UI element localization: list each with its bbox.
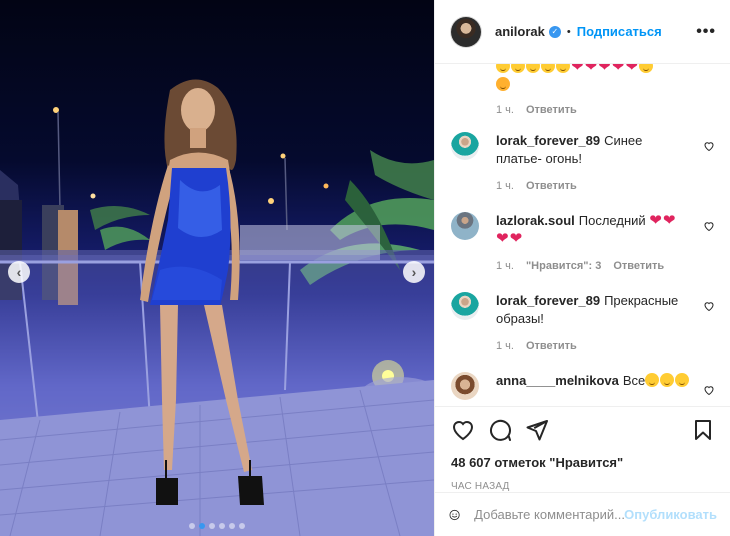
smiley-icon[interactable] bbox=[449, 503, 460, 527]
comment-item: lorak_forever_89 Прекрасные образы! 1 ч. … bbox=[451, 292, 717, 352]
red-heart-emoji-icon: ❤ bbox=[625, 64, 638, 75]
more-options-icon[interactable]: ••• bbox=[696, 23, 716, 41]
carousel-dot bbox=[219, 523, 225, 529]
commenter-username[interactable]: anna____melnikova bbox=[496, 373, 619, 388]
reply-button[interactable]: Ответить bbox=[526, 180, 577, 192]
commenter-avatar[interactable] bbox=[451, 212, 479, 240]
like-comment-icon[interactable] bbox=[703, 220, 715, 232]
previous-image-button[interactable]: ‹ bbox=[8, 261, 30, 283]
likes-count[interactable]: 48 607 отметок "Нравится" bbox=[451, 455, 715, 470]
grinning-face-emoji-icon bbox=[526, 64, 540, 73]
comment-item: lazlorak.soul Последний ❤❤❤❤ 1 ч. "Нравит… bbox=[451, 212, 717, 272]
comment-content: Все bbox=[622, 373, 646, 388]
carousel-indicator bbox=[0, 523, 434, 529]
comment-emojis: ❤❤❤❤❤ bbox=[496, 64, 654, 75]
verified-badge-icon: ✓ bbox=[548, 25, 561, 38]
post-timestamp[interactable]: ЧАС НАЗАД bbox=[451, 481, 715, 492]
paper-plane-icon[interactable] bbox=[525, 418, 549, 442]
comment-time: 1 ч. bbox=[496, 260, 514, 272]
comment-time: 1 ч. bbox=[496, 340, 514, 352]
commenter-avatar[interactable] bbox=[451, 372, 479, 400]
red-heart-emoji-icon: ❤ bbox=[662, 212, 676, 229]
comment-text: lorak_forever_89 Прекрасные образы! bbox=[496, 292, 686, 328]
comment-content: Последний bbox=[578, 213, 646, 228]
post-sidebar: anilorak ✓ • Подписаться ••• ❤❤❤❤❤ 1 ч. … bbox=[434, 0, 730, 536]
carousel-dot bbox=[189, 523, 195, 529]
grinning-face-emoji-icon bbox=[496, 64, 510, 73]
post-header: anilorak ✓ • Подписаться ••• bbox=[435, 0, 730, 64]
comment-meta: 1 ч. Ответить bbox=[496, 180, 717, 192]
next-image-button[interactable]: › bbox=[403, 261, 425, 283]
header-separator: • bbox=[566, 25, 571, 38]
carousel-dot bbox=[199, 523, 205, 529]
reply-button[interactable]: Ответить bbox=[613, 260, 664, 272]
add-comment-bar: Опубликовать bbox=[435, 492, 730, 536]
chevron-left-icon: ‹ bbox=[16, 264, 22, 280]
publish-button[interactable]: Опубликовать bbox=[624, 507, 717, 522]
commenter-avatar[interactable] bbox=[451, 132, 479, 160]
author-avatar[interactable] bbox=[451, 16, 481, 47]
red-heart-emoji-icon: ❤ bbox=[584, 64, 598, 75]
comment-input[interactable] bbox=[474, 507, 625, 522]
comment-emojis bbox=[645, 373, 690, 388]
red-heart-emoji-icon: ❤ bbox=[496, 230, 509, 247]
like-comment-icon[interactable] bbox=[703, 300, 715, 312]
red-heart-emoji-icon: ❤ bbox=[598, 64, 611, 75]
chevron-right-icon: › bbox=[411, 264, 417, 280]
red-heart-emoji-icon: ❤ bbox=[509, 230, 523, 247]
carousel-dot bbox=[229, 523, 235, 529]
grinning-face-emoji-icon bbox=[638, 64, 653, 73]
comment-emojis bbox=[496, 77, 511, 92]
grinning-face-emoji-icon bbox=[645, 373, 660, 387]
heart-outline-icon[interactable] bbox=[451, 418, 475, 442]
photo-scene bbox=[0, 79, 434, 536]
commenter-username[interactable]: lazlorak.soul bbox=[496, 213, 575, 228]
grinning-face-emoji-icon bbox=[541, 64, 555, 73]
like-comment-icon[interactable] bbox=[703, 140, 715, 152]
comment-bubble-icon[interactable] bbox=[488, 418, 512, 442]
red-heart-emoji-icon: ❤ bbox=[649, 212, 662, 229]
reply-button[interactable]: Ответить bbox=[526, 104, 577, 116]
comment-text: lorak_forever_89 Синее платье- огонь! bbox=[496, 132, 686, 168]
comment-likes[interactable]: "Нравится": 3 bbox=[526, 260, 601, 272]
carousel-dot bbox=[239, 523, 245, 529]
reply-button[interactable]: Ответить bbox=[526, 340, 577, 352]
carousel-dot bbox=[209, 523, 215, 529]
heart-eyes-face-emoji-icon bbox=[496, 77, 510, 91]
bookmark-icon[interactable] bbox=[691, 418, 715, 442]
grinning-face-emoji-icon bbox=[660, 373, 675, 387]
comment-time: 1 ч. bbox=[496, 104, 514, 116]
follow-button[interactable]: Подписаться bbox=[577, 24, 662, 39]
grinning-face-emoji-icon bbox=[556, 64, 570, 73]
comment-meta: 1 ч. Ответить bbox=[496, 104, 717, 116]
red-heart-emoji-icon: ❤ bbox=[611, 64, 625, 75]
post-actions: 48 607 отметок "Нравится" ЧАС НАЗАД bbox=[435, 406, 730, 492]
comment-item: anna____melnikova Все bbox=[451, 372, 717, 400]
comment-text: ❤❤❤❤❤ bbox=[496, 64, 686, 94]
comment-item: ❤❤❤❤❤ 1 ч. Ответить bbox=[451, 64, 717, 116]
commenter-avatar[interactable] bbox=[451, 292, 479, 320]
like-comment-icon[interactable] bbox=[703, 384, 715, 396]
comments-list[interactable]: ❤❤❤❤❤ 1 ч. Ответить lorak_forever_89 Сине… bbox=[435, 64, 730, 406]
grinning-face-emoji-icon bbox=[511, 64, 525, 73]
comment-meta: 1 ч. Ответить bbox=[496, 340, 717, 352]
post-photo[interactable]: ‹ › bbox=[0, 0, 434, 536]
commenter-username[interactable]: lorak_forever_89 bbox=[496, 133, 600, 148]
comment-item: lorak_forever_89 Синее платье- огонь! 1 ч… bbox=[451, 132, 717, 192]
comment-time: 1 ч. bbox=[496, 180, 514, 192]
action-icons-row bbox=[451, 407, 715, 453]
grinning-face-emoji-icon bbox=[675, 373, 690, 387]
comment-text: lazlorak.soul Последний ❤❤❤❤ bbox=[496, 212, 686, 248]
comment-meta: 1 ч. "Нравится": 3 Ответить bbox=[496, 260, 717, 272]
commenter-username[interactable]: lorak_forever_89 bbox=[496, 293, 600, 308]
author-username[interactable]: anilorak bbox=[495, 24, 545, 39]
comment-text: anna____melnikova Все bbox=[496, 372, 696, 390]
red-heart-emoji-icon: ❤ bbox=[571, 64, 584, 75]
